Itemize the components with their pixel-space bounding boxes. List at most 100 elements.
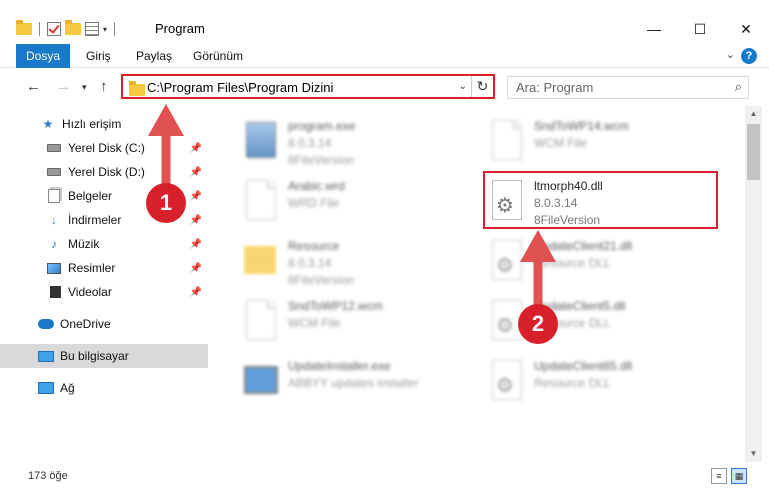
file-item[interactable]: program.exe 8.0.3.14 8FileVersion [230, 110, 470, 167]
toolbar-separator [114, 22, 116, 36]
sidebar-item-videos[interactable]: Videolar 📌 [0, 280, 208, 304]
expand-ribbon-chevron-icon[interactable]: ⌄ [726, 48, 735, 61]
annotation-badge-2-label: 2 [531, 311, 545, 336]
sidebar-item-label: Ağ [60, 381, 75, 395]
forward-arrow-icon[interactable]: → [56, 78, 71, 95]
recent-caret-icon[interactable]: ▾ [82, 82, 87, 93]
file-item[interactable]: UpdateClient21.dll Resource DLL [476, 230, 716, 286]
sidebar-item-this-pc[interactable]: Bu bilgisayar [0, 344, 208, 368]
quick-access-toolbar: ▾ [16, 18, 118, 40]
folder-icon [242, 238, 278, 282]
tab-home[interactable]: Giriş [86, 44, 111, 68]
item-count: 173 öğe [28, 470, 68, 482]
network-icon [38, 381, 54, 395]
toolbar-separator [39, 22, 40, 36]
file-detail: WCM File [288, 316, 341, 330]
file-name: SndToWP12.wcm [288, 299, 383, 313]
videos-icon [46, 285, 62, 299]
scroll-thumb[interactable] [747, 124, 760, 180]
refresh-icon[interactable]: ↻ [471, 76, 493, 97]
file-detail: 8.0.3.14 [288, 256, 332, 270]
sidebar-item-music[interactable]: ♪ Müzik 📌 [0, 232, 208, 256]
file-item[interactable]: Resource 8.0.3.14 8FileVersion [230, 230, 470, 287]
sidebar-item-quick-access[interactable]: ★ Hızlı erişim [0, 112, 208, 136]
sidebar-item-network[interactable]: Ağ [0, 376, 208, 400]
target-file-highlight [483, 171, 718, 229]
pin-icon[interactable]: 📌 [190, 191, 202, 202]
address-dropdown-icon[interactable]: ⌄ [459, 81, 467, 92]
tab-view[interactable]: Görünüm [193, 44, 243, 68]
tab-file[interactable]: Dosya [16, 44, 70, 68]
back-arrow-icon[interactable]: ← [26, 78, 41, 95]
view-switcher: ≡ ▦ [711, 468, 747, 484]
annotation-badge-1-label: 1 [159, 190, 173, 215]
scroll-down-icon[interactable]: ▼ [745, 446, 762, 462]
pin-icon[interactable]: 📌 [190, 263, 202, 274]
pin-icon[interactable]: 📌 [190, 167, 202, 178]
search-input[interactable] [516, 80, 716, 95]
sidebar-item-onedrive[interactable]: OneDrive [0, 312, 208, 336]
window-title: Program [155, 21, 205, 36]
window-controls: — ☐ ✕ [631, 14, 769, 44]
address-bar[interactable]: C:\Program Files\Program Dizini ⌄ ↻ [121, 74, 495, 99]
sidebar-item-local-disk-d[interactable]: Yerel Disk (D:) 📌 [0, 160, 208, 184]
pin-icon[interactable]: 📌 [190, 287, 202, 298]
sidebar-item-label: Yerel Disk (C:) [68, 141, 145, 155]
file-item[interactable]: UpdateClient65.dll Resource DLL [476, 350, 716, 406]
tiles-view-icon[interactable]: ▦ [731, 468, 747, 484]
file-item[interactable]: Arabic.wrd WRD File [230, 170, 470, 226]
scroll-up-icon[interactable]: ▲ [745, 106, 762, 122]
address-path[interactable]: C:\Program Files\Program Dizini [147, 80, 333, 95]
properties-icon[interactable] [85, 22, 99, 36]
file-name: UpdateClient65.dll [534, 359, 633, 373]
details-view-icon[interactable]: ≡ [711, 468, 727, 484]
sidebar-item-label: İndirmeler [68, 213, 122, 227]
sidebar-item-label: Videolar [68, 285, 112, 299]
sidebar-item-label: Hızlı erişim [62, 117, 122, 131]
download-icon: ↓ [51, 213, 57, 227]
pin-icon[interactable]: 📌 [190, 215, 202, 226]
sidebar-item-local-disk-c[interactable]: Yerel Disk (C:) 📌 [0, 136, 208, 160]
sidebar-item-label: Bu bilgisayar [60, 349, 129, 363]
file-item[interactable]: UpdateClient5.dll Resource DLL [476, 290, 716, 346]
tab-share[interactable]: Paylaş [136, 44, 172, 68]
file-item[interactable]: SndToWP12.wcm WCM File [230, 290, 470, 346]
document-file-icon [488, 118, 524, 162]
vertical-scrollbar[interactable]: ▲ ▼ [745, 106, 762, 462]
status-bar: 173 öğe ≡ ▦ [0, 462, 769, 496]
sidebar-item-label: Resimler [68, 261, 116, 275]
file-name: SndToWP14.wcm [534, 119, 629, 133]
up-arrow-icon[interactable]: ↑ [100, 78, 108, 95]
search-icon[interactable]: ⌕ [735, 79, 742, 95]
file-detail: WCM File [534, 136, 587, 150]
help-icon[interactable]: ? [741, 48, 757, 64]
pictures-icon [46, 261, 62, 275]
customize-caret-icon[interactable]: ▾ [103, 25, 107, 34]
pin-icon[interactable]: 📌 [190, 143, 202, 154]
properties-check-icon[interactable] [47, 22, 61, 36]
maximize-button[interactable]: ☐ [677, 14, 723, 44]
search-box[interactable]: ⌕ [507, 76, 749, 99]
file-item[interactable]: SndToWP14.wcm WCM File [476, 110, 716, 166]
close-button[interactable]: ✕ [723, 14, 769, 44]
navigation-bar: ← → ▾ ↑ C:\Program Files\Program Dizini … [0, 68, 769, 106]
file-name: Resource [288, 239, 340, 253]
file-detail: Resource DLL [534, 376, 611, 390]
folder-icon [129, 81, 145, 96]
sidebar-item-pictures[interactable]: Resimler 📌 [0, 256, 208, 280]
file-detail: 8FileVersion [288, 153, 355, 167]
pin-icon[interactable]: 📌 [190, 239, 202, 250]
sidebar-item-label: Müzik [68, 237, 100, 251]
minimize-button[interactable]: — [631, 14, 677, 44]
sidebar-item-label: OneDrive [60, 317, 111, 331]
file-detail: ABBYY updates installer [288, 376, 419, 390]
documents-icon [46, 189, 62, 203]
folder-icon [16, 20, 32, 35]
dll-gear-icon [488, 358, 524, 402]
new-folder-icon[interactable] [65, 20, 81, 35]
file-name: UpdateClient21.dll [534, 239, 633, 253]
file-detail: WRD File [288, 196, 340, 210]
star-icon: ★ [42, 117, 54, 131]
document-file-icon [242, 178, 278, 222]
file-item[interactable]: UpdateInstaller.exe ABBYY updates instal… [230, 350, 470, 406]
